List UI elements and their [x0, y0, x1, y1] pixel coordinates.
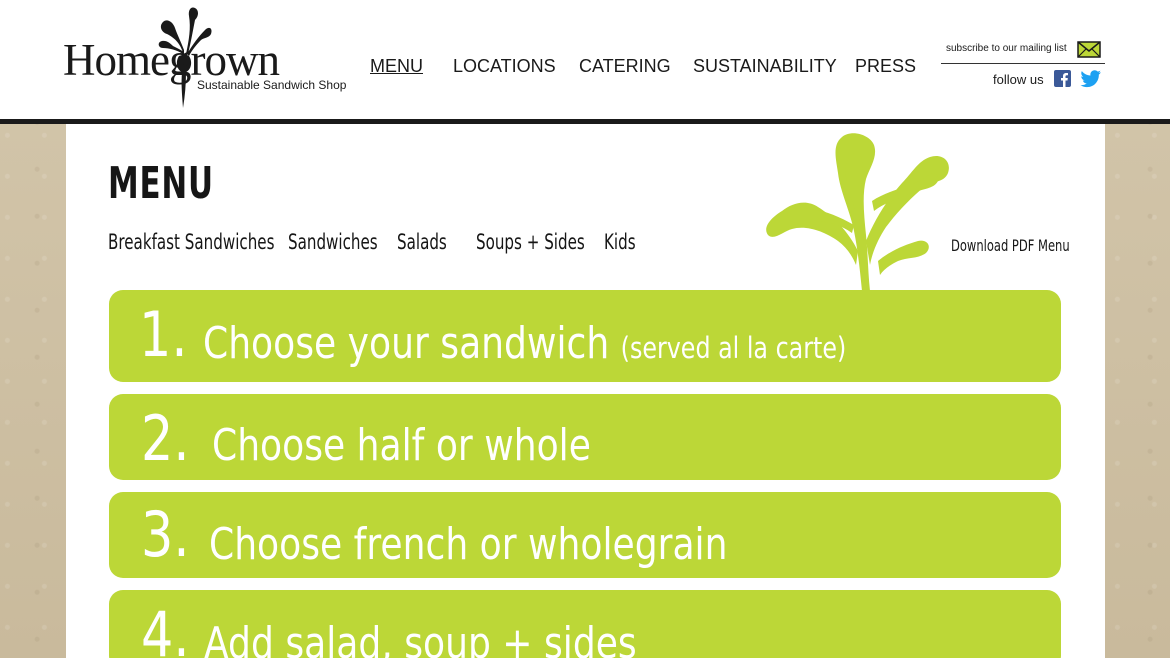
- step-number: 1.: [139, 298, 188, 371]
- step-number: 2.: [141, 402, 190, 475]
- download-pdf-menu-link[interactable]: Download PDF Menu: [951, 236, 1070, 255]
- menu-step-4: 4. Add salad, soup + sides: [109, 590, 1061, 658]
- menu-step-3: 3. Choose french or wholegrain: [109, 492, 1061, 578]
- subnav-sandwiches[interactable]: Sandwiches: [288, 230, 378, 254]
- follow-us-label: follow us: [993, 72, 1044, 87]
- radish-illustration-icon: [766, 133, 949, 291]
- step-title: Add salad, soup + sides: [204, 618, 637, 658]
- step-title: Choose your sandwich: [203, 318, 610, 369]
- mailing-list-link[interactable]: subscribe to our mailing list: [946, 43, 1067, 54]
- step-note: (served al la carte): [620, 331, 847, 365]
- step-number: 3.: [141, 498, 190, 571]
- utility-divider: [941, 63, 1105, 64]
- subnav-kids[interactable]: Kids: [604, 230, 636, 254]
- subnav-soups-sides[interactable]: Soups + Sides: [476, 230, 585, 254]
- menu-step-1: 1. Choose your sandwich (served al la ca…: [109, 290, 1061, 382]
- homegrown-logo[interactable]: Homegrown Sustainable Sandwich Shop: [63, 4, 353, 108]
- nav-catering[interactable]: CATERING: [579, 56, 671, 77]
- page-title: MENU: [108, 158, 214, 209]
- step-number: 4.: [141, 598, 190, 658]
- subnav-breakfast-sandwiches[interactable]: Breakfast Sandwiches: [108, 230, 274, 254]
- menu-step-2: 2. Choose half or whole: [109, 394, 1061, 480]
- subnav-salads[interactable]: Salads: [397, 230, 447, 254]
- logo-tagline: Sustainable Sandwich Shop: [197, 78, 347, 92]
- nav-sustainability[interactable]: SUSTAINABILITY: [693, 56, 837, 77]
- step-title: Choose french or wholegrain: [209, 519, 728, 570]
- step-title: Choose half or whole: [212, 420, 591, 471]
- site-header: Homegrown Sustainable Sandwich Shop MENU…: [0, 0, 1170, 120]
- twitter-icon[interactable]: [1080, 70, 1102, 88]
- nav-locations[interactable]: LOCATIONS: [453, 56, 556, 77]
- envelope-icon[interactable]: [1077, 41, 1101, 58]
- nav-menu[interactable]: MENU: [370, 56, 423, 77]
- step-text: Choose your sandwich (served al la carte…: [203, 322, 846, 366]
- facebook-icon[interactable]: [1054, 70, 1071, 87]
- nav-press[interactable]: PRESS: [855, 56, 916, 77]
